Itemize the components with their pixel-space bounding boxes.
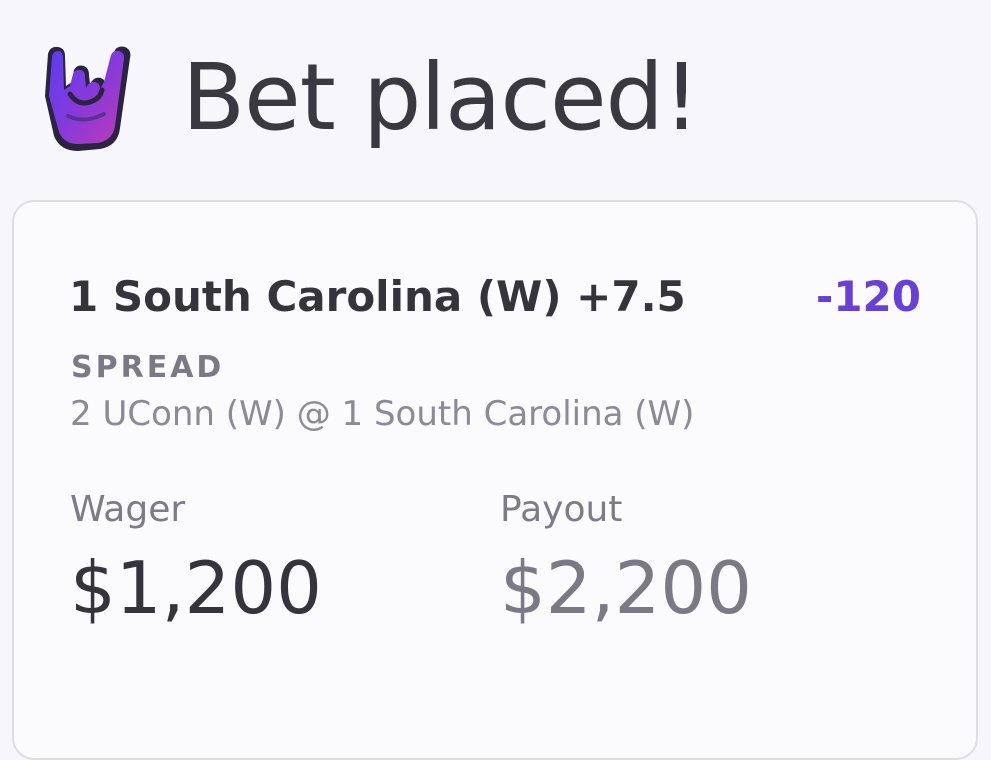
wager-label: Wager <box>70 489 186 530</box>
selection-row: 1 South Carolina (W) +7.5 -120 <box>69 272 921 321</box>
payout-amount: $2,200 <box>500 546 752 630</box>
rock-on-hand-icon <box>45 46 131 151</box>
wager-block: Wager $1,200 <box>70 489 322 630</box>
bet-market-type: SPREAD <box>71 350 225 385</box>
confirmation-header: Bet placed! <box>40 38 700 158</box>
game-matchup: 2 UConn (W) @ 1 South Carolina (W) <box>70 394 695 434</box>
payout-block: Payout $2,200 <box>500 489 752 630</box>
bet-odds: -120 <box>815 272 921 321</box>
bet-card: 1 South Carolina (W) +7.5 -120 SPREAD 2 … <box>12 200 978 760</box>
page-title: Bet placed! <box>182 44 700 151</box>
payout-label: Payout <box>500 489 623 530</box>
bet-selection: 1 South Carolina (W) +7.5 <box>69 272 686 321</box>
wager-amount: $1,200 <box>70 546 322 630</box>
